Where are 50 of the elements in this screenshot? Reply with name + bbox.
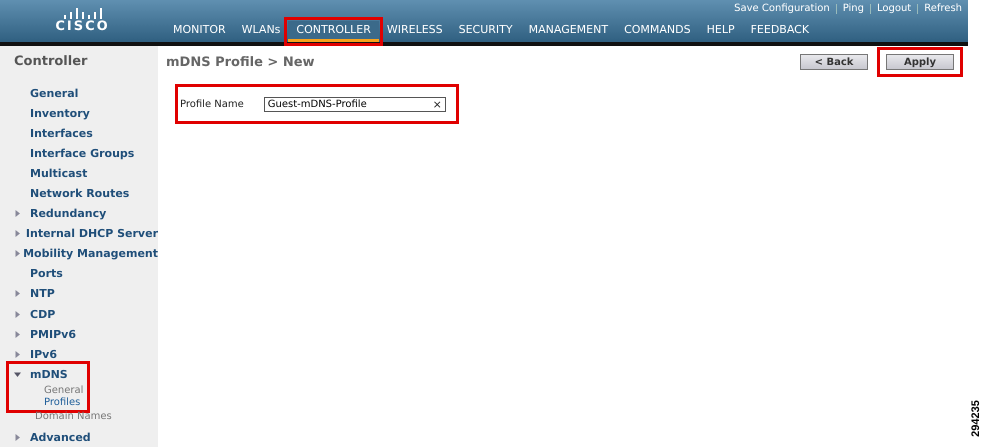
caret-right-icon[interactable] [14,310,21,318]
header-link[interactable]: Ping [842,3,864,14]
nav-tab[interactable]: WIRELESS [378,21,451,42]
sidebar-title: Controller [13,54,88,69]
header-link[interactable]: Refresh [924,3,962,14]
nav-tab[interactable]: MANAGEMENT [520,21,616,42]
profile-name-field[interactable]: Guest-mDNS-Profile × [264,96,446,112]
sidebar-item[interactable]: Inventory [0,103,158,124]
nav-tab[interactable]: HELP [698,21,743,42]
nav-tab[interactable]: SECURITY [450,21,521,42]
caret-right-icon[interactable] [14,250,21,258]
sidebar-item[interactable]: mDNS [9,364,87,384]
header-link[interactable]: Save Configuration [734,3,830,14]
logo-bars-icon [62,8,104,19]
sidebar-item[interactable]: Interface Groups [0,143,158,164]
caret-right-icon[interactable] [14,230,21,238]
nav-tab[interactable]: FEEDBACK [742,21,818,42]
page-title: mDNS Profile > New [166,54,315,70]
nav-tab[interactable]: WLANs [234,21,288,42]
sidebar-item[interactable]: Interfaces [0,123,158,144]
sidebar-item[interactable]: General [0,83,158,104]
sidebar-item[interactable]: Network Routes [0,183,158,204]
clear-icon[interactable]: × [432,98,442,110]
field-label: Profile Name [180,98,244,110]
sidebar-item[interactable]: Multicast [0,163,158,184]
figure-number: 294235 [970,400,982,437]
back-button[interactable]: < Back [800,54,868,70]
caret-right-icon[interactable] [14,350,21,358]
caret-right-icon[interactable] [14,330,21,338]
sidebar-item[interactable]: Mobility Management [0,244,158,264]
caret-right-icon[interactable] [14,434,21,441]
sidebar-subitem[interactable]: Profiles [9,397,87,410]
sidebar-item[interactable]: CDP [0,304,158,324]
sidebar-item[interactable]: NTP [0,284,158,304]
caret-right-icon[interactable] [14,210,21,218]
caret-down-icon[interactable] [14,370,21,378]
nav-tab[interactable]: MONITOR [165,21,234,42]
header-link[interactable]: Logout [876,3,912,14]
sidebar-subitem[interactable]: General [9,384,87,397]
caret-right-icon[interactable] [14,290,21,298]
sidebar-item[interactable]: Redundancy [0,204,158,224]
logo-text: CISCO [55,19,110,34]
sidebar-item[interactable]: IPv6 [0,344,158,364]
sidebar-subitem[interactable]: Domain Names [0,410,158,423]
apply-button[interactable]: Apply [886,54,954,70]
sidebar-item[interactable]: Internal DHCP Server [0,224,158,244]
sidebar-item[interactable]: PMIPv6 [0,324,158,344]
nav-tab[interactable]: COMMANDS [616,21,699,42]
sidebar-item[interactable]: Ports [0,264,158,284]
sidebar-item[interactable]: Advanced [0,426,158,447]
